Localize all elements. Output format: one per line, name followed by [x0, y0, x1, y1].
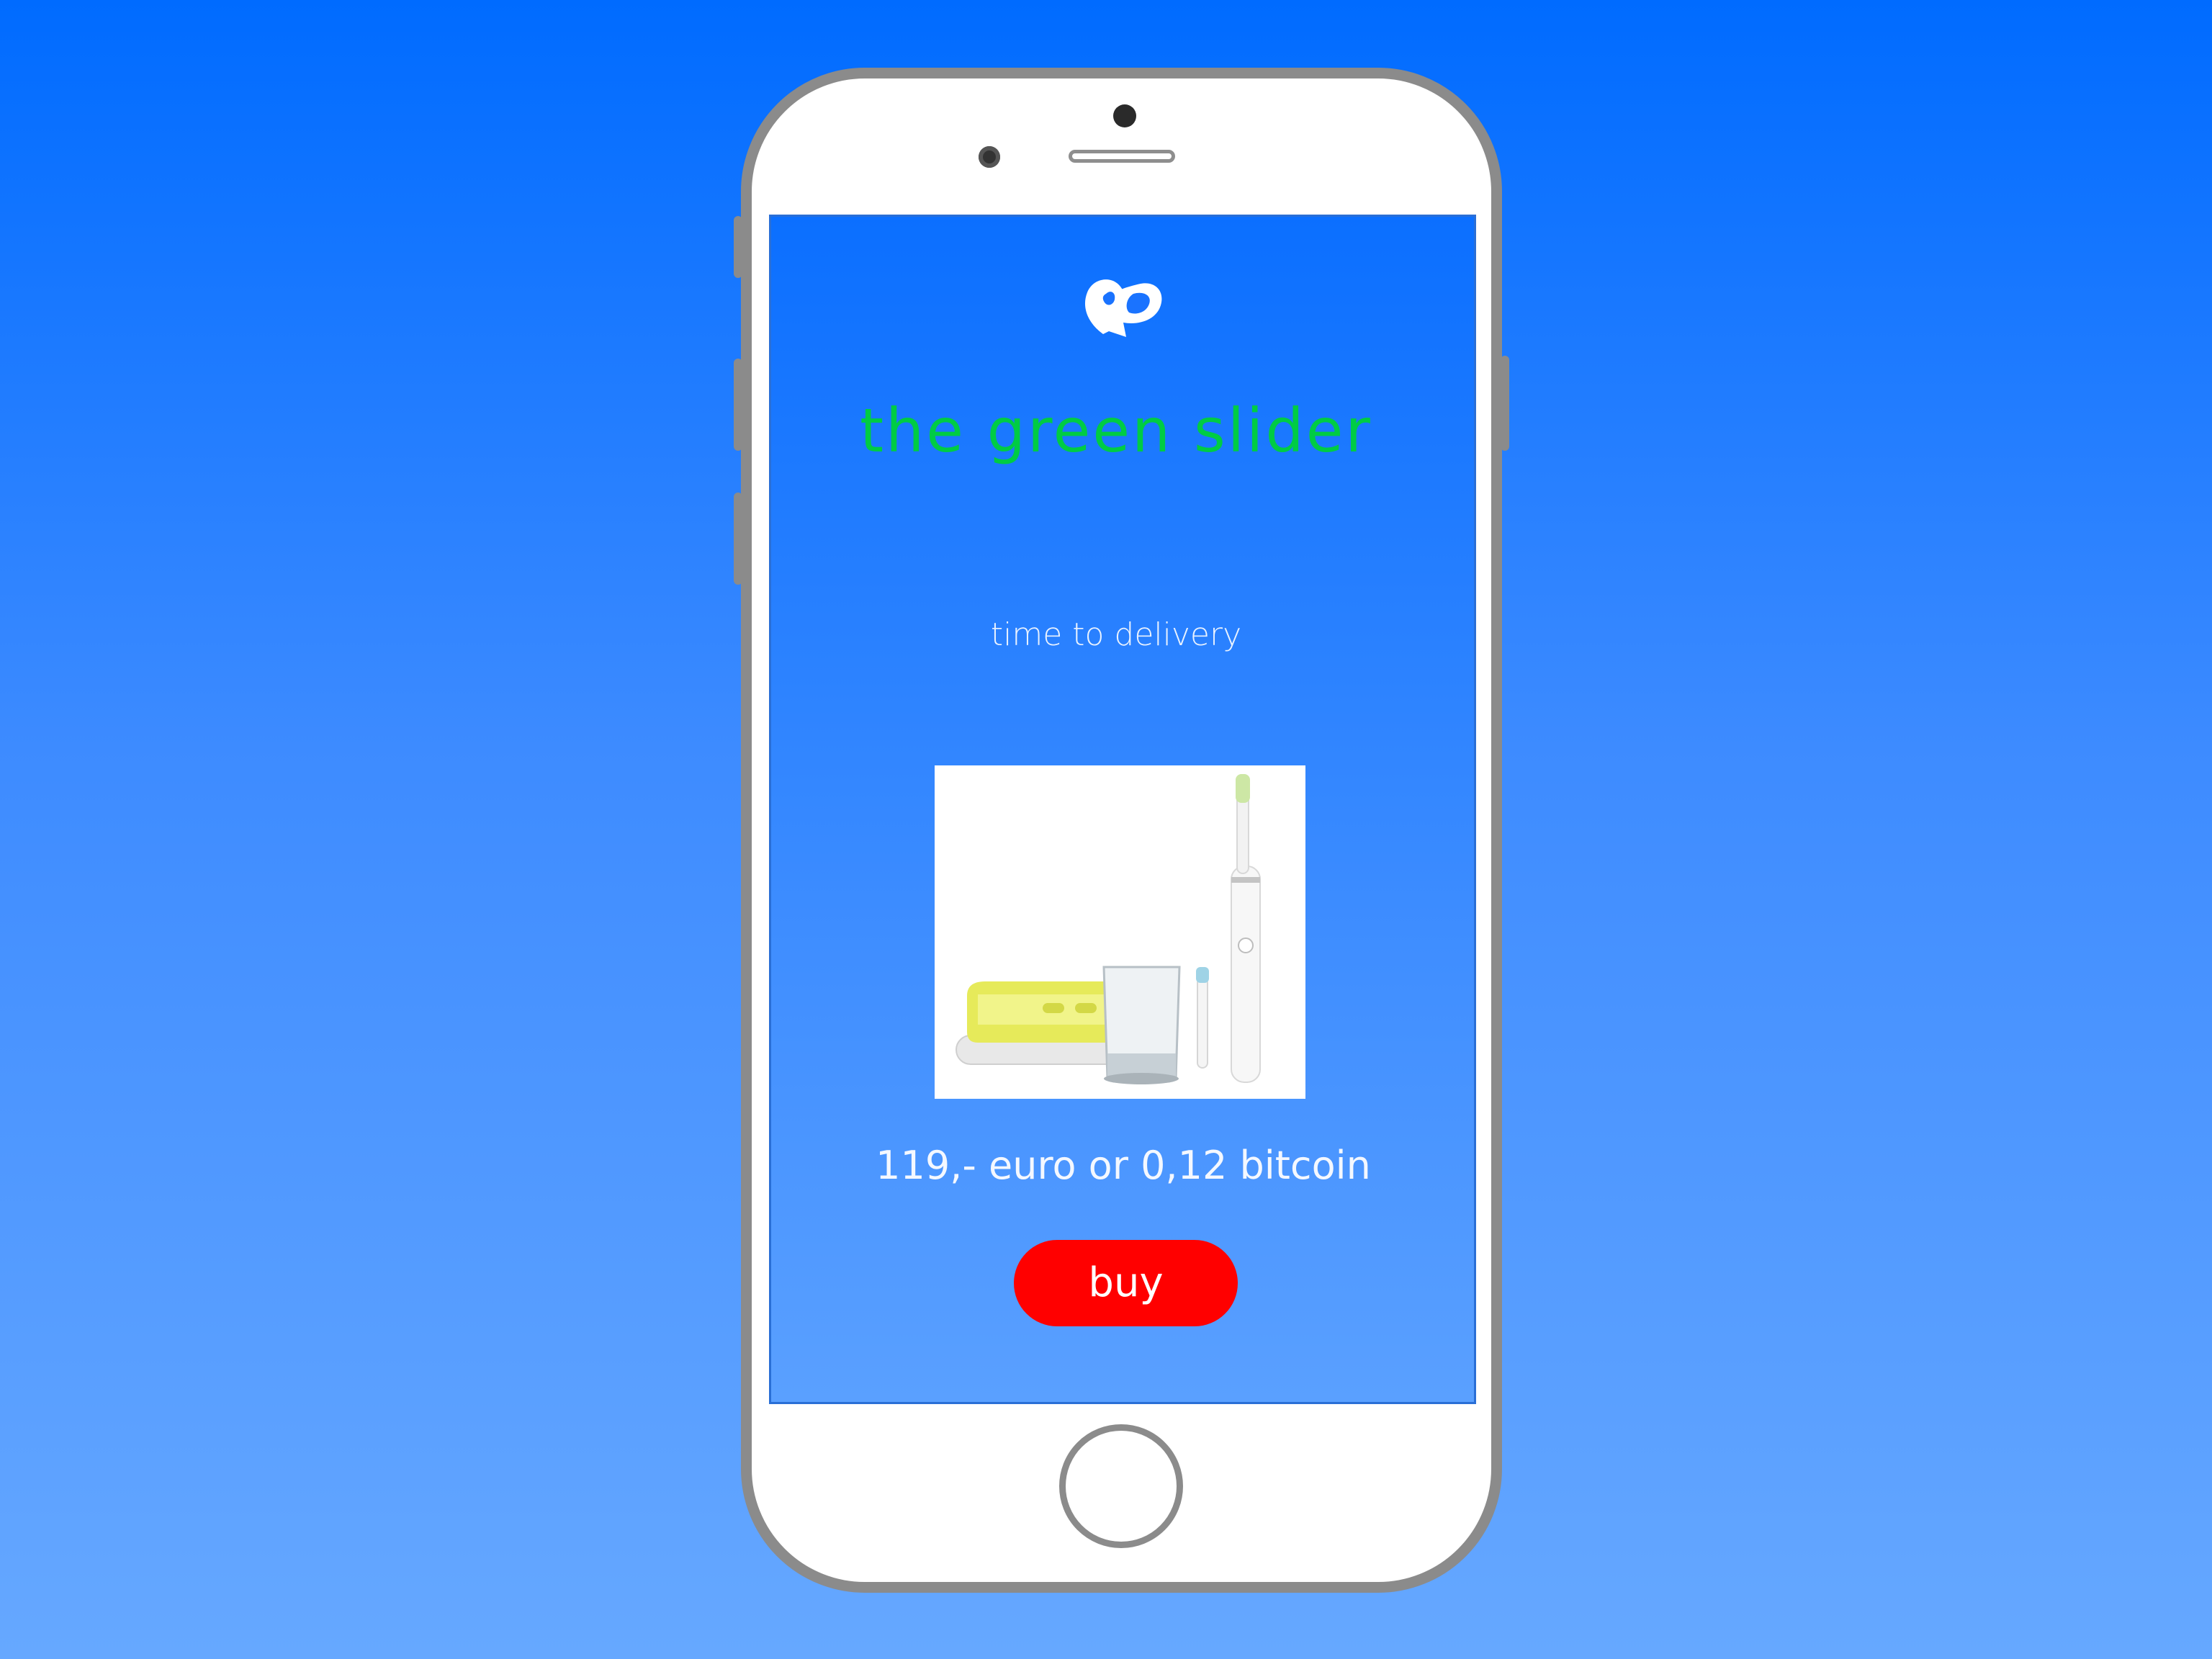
front-camera	[1113, 104, 1136, 127]
power-button	[1501, 356, 1509, 451]
loop-logo-icon	[1084, 279, 1162, 337]
volume-down-button	[734, 493, 742, 585]
home-button[interactable]	[1059, 1424, 1183, 1548]
mute-switch	[734, 216, 742, 278]
product-image	[935, 765, 1305, 1099]
product-price: 119,- euro or 0,12 bitcoin	[876, 1143, 1371, 1188]
proximity-sensor	[979, 146, 1000, 168]
page-title: the green slider	[860, 395, 1372, 466]
delivery-label: time to delivery	[990, 616, 1242, 653]
earpiece-speaker	[1069, 150, 1175, 163]
electric-toothbrush-set-icon	[935, 765, 1305, 1099]
buy-button[interactable]: buy	[1014, 1240, 1238, 1326]
volume-up-button	[734, 359, 742, 451]
